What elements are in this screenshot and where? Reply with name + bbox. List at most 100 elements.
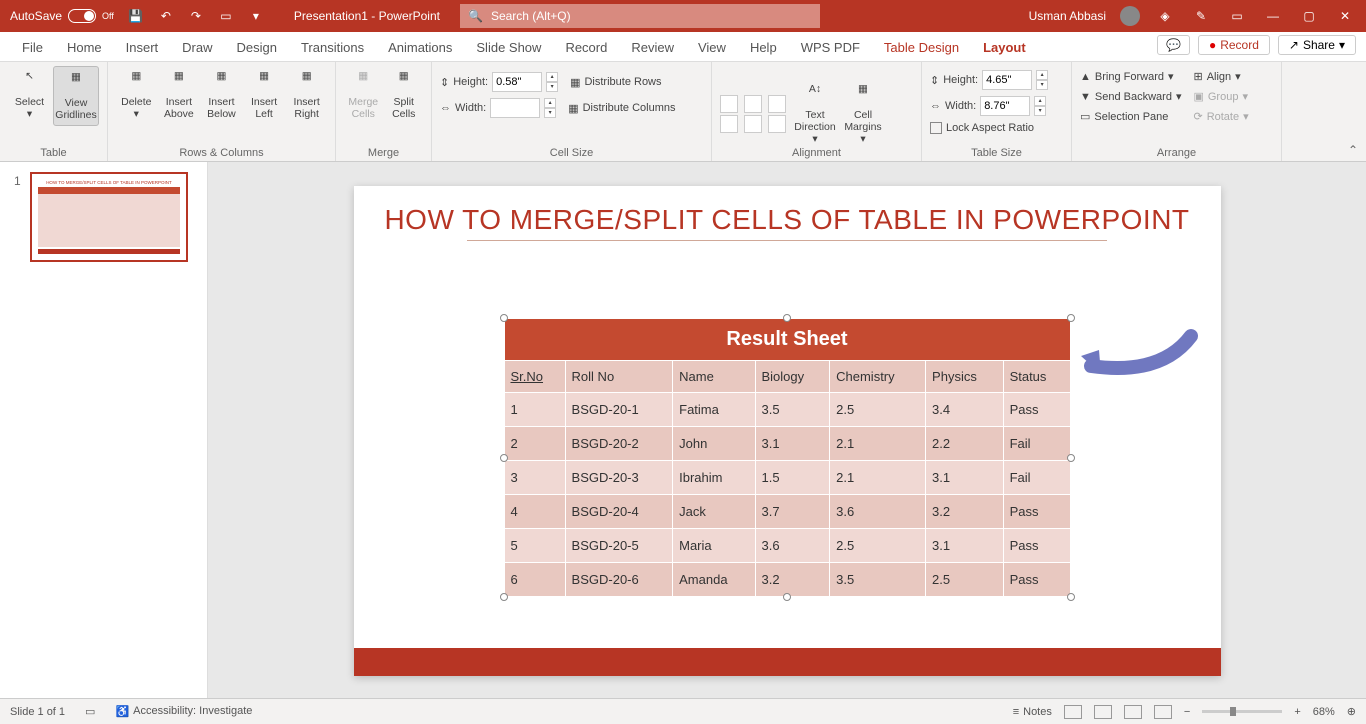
slide-indicator[interactable]: Slide 1 of 1 xyxy=(10,706,65,718)
distribute-rows-button[interactable]: Distribute Rows xyxy=(584,76,661,88)
tab-review[interactable]: Review xyxy=(619,34,686,61)
user-name[interactable]: Usman Abbasi xyxy=(1029,9,1106,23)
table-cell[interactable]: 3.5 xyxy=(830,563,926,597)
bring-forward-button[interactable]: ▲Bring Forward▾ xyxy=(1080,70,1181,83)
table-cell[interactable]: 3.6 xyxy=(755,529,830,563)
table-cell[interactable]: 1.5 xyxy=(755,461,830,495)
table-cell[interactable]: 3.1 xyxy=(926,461,1004,495)
tab-view[interactable]: View xyxy=(686,34,738,61)
align-middle-button[interactable] xyxy=(744,115,762,133)
table-cell[interactable]: BSGD-20-3 xyxy=(565,461,673,495)
table-cell[interactable]: Pass xyxy=(1003,393,1070,427)
cell-width-input[interactable] xyxy=(490,98,540,118)
zoom-slider[interactable] xyxy=(1202,710,1282,713)
lock-aspect-checkbox[interactable] xyxy=(930,122,942,134)
collapse-ribbon-icon[interactable]: ⌃ xyxy=(1348,143,1358,157)
table-title[interactable]: Result Sheet xyxy=(504,319,1070,361)
tab-home[interactable]: Home xyxy=(55,34,114,61)
result-table[interactable]: Result Sheet Sr.NoRoll NoNameBiologyChem… xyxy=(504,318,1071,597)
table-cell[interactable]: 2.5 xyxy=(830,393,926,427)
tab-wpspdf[interactable]: WPS PDF xyxy=(789,34,872,61)
table-cell[interactable]: 3.5 xyxy=(755,393,830,427)
close-icon[interactable]: ✕ xyxy=(1334,5,1356,27)
tab-record[interactable]: Record xyxy=(553,34,619,61)
table-width-input[interactable] xyxy=(980,96,1030,116)
start-show-icon[interactable]: ▭ xyxy=(218,8,234,24)
wand-icon[interactable]: ✎ xyxy=(1190,5,1212,27)
align-right-button[interactable] xyxy=(768,95,786,113)
share-button[interactable]: ↗Share▾ xyxy=(1278,35,1356,55)
table-cell[interactable]: Pass xyxy=(1003,529,1070,563)
split-cells-button[interactable]: ▦Split Cells xyxy=(385,66,424,124)
table-cell[interactable]: Fail xyxy=(1003,461,1070,495)
table-cell[interactable]: 2.5 xyxy=(830,529,926,563)
slideshow-view-button[interactable] xyxy=(1154,705,1172,719)
delete-button[interactable]: ▦Delete▾ xyxy=(116,66,157,124)
user-avatar[interactable] xyxy=(1120,6,1140,26)
table-cell[interactable]: John xyxy=(673,427,755,461)
slide-title[interactable]: HOW TO MERGE/SPLIT CELLS OF TABLE IN POW… xyxy=(354,204,1221,236)
table-header[interactable]: Sr.No xyxy=(504,361,565,393)
text-direction-button[interactable]: A↕Text Direction▾ xyxy=(792,79,838,149)
comments-icon[interactable]: 💬 xyxy=(1157,35,1190,55)
fit-to-window-button[interactable]: ⊕ xyxy=(1347,705,1356,718)
tab-design[interactable]: Design xyxy=(225,34,289,61)
table-height-spinner[interactable]: ▴▾ xyxy=(1036,70,1048,90)
insert-below-button[interactable]: ▦Insert Below xyxy=(201,66,242,124)
tab-slideshow[interactable]: Slide Show xyxy=(464,34,553,61)
reading-view-button[interactable] xyxy=(1124,705,1142,719)
tab-layout[interactable]: Layout xyxy=(971,34,1038,61)
table-cell[interactable]: Amanda xyxy=(673,563,755,597)
cell-width-spinner[interactable]: ▴▾ xyxy=(544,98,556,118)
zoom-in-button[interactable]: + xyxy=(1294,706,1300,718)
cell-height-spinner[interactable]: ▴▾ xyxy=(546,72,558,92)
table-selection[interactable]: Result Sheet Sr.NoRoll NoNameBiologyChem… xyxy=(504,318,1071,597)
table-cell[interactable]: 3.4 xyxy=(926,393,1004,427)
table-cell[interactable]: Maria xyxy=(673,529,755,563)
table-cell[interactable]: Pass xyxy=(1003,563,1070,597)
sorter-view-button[interactable] xyxy=(1094,705,1112,719)
save-icon[interactable]: 💾 xyxy=(128,8,144,24)
align-button[interactable]: ⊞Align▾ xyxy=(1193,70,1248,83)
table-cell[interactable]: Fail xyxy=(1003,427,1070,461)
table-cell[interactable]: 1 xyxy=(504,393,565,427)
table-header[interactable]: Name xyxy=(673,361,755,393)
table-cell[interactable]: Ibrahim xyxy=(673,461,755,495)
table-width-spinner[interactable]: ▴▾ xyxy=(1034,96,1046,116)
cell-margins-button[interactable]: ▦Cell Margins▾ xyxy=(840,79,886,149)
cell-height-input[interactable] xyxy=(492,72,542,92)
tab-transitions[interactable]: Transitions xyxy=(289,34,376,61)
align-bottom-button[interactable] xyxy=(768,115,786,133)
table-cell[interactable]: 2.2 xyxy=(926,427,1004,461)
table-header[interactable]: Physics xyxy=(926,361,1004,393)
table-cell[interactable]: 5 xyxy=(504,529,565,563)
ribbon-display-icon[interactable]: ▭ xyxy=(1226,5,1248,27)
normal-view-button[interactable] xyxy=(1064,705,1082,719)
slide-canvas[interactable]: HOW TO MERGE/SPLIT CELLS OF TABLE IN POW… xyxy=(208,162,1366,698)
table-header[interactable]: Roll No xyxy=(565,361,673,393)
table-row[interactable]: 1BSGD-20-1Fatima3.52.53.4Pass xyxy=(504,393,1070,427)
align-left-button[interactable] xyxy=(720,95,738,113)
table-cell[interactable]: Pass xyxy=(1003,495,1070,529)
table-header[interactable]: Status xyxy=(1003,361,1070,393)
table-cell[interactable]: BSGD-20-6 xyxy=(565,563,673,597)
table-header[interactable]: Biology xyxy=(755,361,830,393)
insert-above-button[interactable]: ▦Insert Above xyxy=(159,66,200,124)
table-row[interactable]: 4BSGD-20-4Jack3.73.63.2Pass xyxy=(504,495,1070,529)
table-cell[interactable]: 3.7 xyxy=(755,495,830,529)
table-row[interactable]: 5BSGD-20-5Maria3.62.53.1Pass xyxy=(504,529,1070,563)
minimize-icon[interactable]: — xyxy=(1262,5,1284,27)
insert-left-button[interactable]: ▦Insert Left xyxy=(244,66,285,124)
maximize-icon[interactable]: ▢ xyxy=(1298,5,1320,27)
table-cell[interactable]: 3.2 xyxy=(926,495,1004,529)
customize-qat-icon[interactable]: ▾ xyxy=(248,8,264,24)
slide-thumbnail-1[interactable]: 1 HOW TO MERGE/SPLIT CELLS OF TABLE IN P… xyxy=(30,172,188,262)
tab-animations[interactable]: Animations xyxy=(376,34,464,61)
table-cell[interactable]: BSGD-20-5 xyxy=(565,529,673,563)
tab-insert[interactable]: Insert xyxy=(114,34,171,61)
accessibility-button[interactable]: ♿Accessibility: Investigate xyxy=(115,705,252,718)
table-cell[interactable]: 3.1 xyxy=(755,427,830,461)
language-icon[interactable]: ▭ xyxy=(85,705,95,718)
tab-file[interactable]: File xyxy=(10,34,55,61)
table-cell[interactable]: BSGD-20-2 xyxy=(565,427,673,461)
